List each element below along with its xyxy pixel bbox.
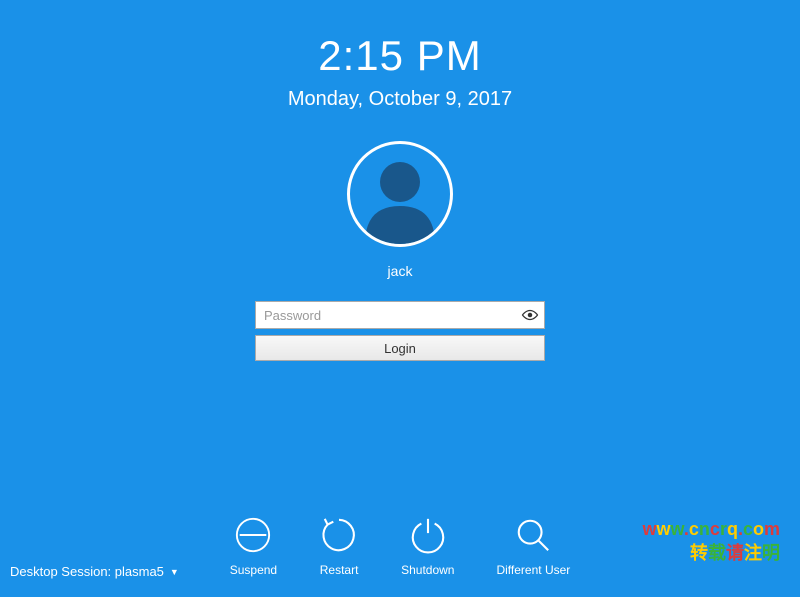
search-user-icon: [513, 515, 553, 555]
suspend-label: Suspend: [230, 563, 277, 577]
user-avatar[interactable]: [347, 141, 453, 247]
suspend-icon: [233, 515, 273, 555]
login-form: Login: [255, 301, 545, 361]
shutdown-label: Shutdown: [401, 563, 454, 577]
different-user-label: Different User: [496, 563, 570, 577]
clock-area: 2:15 PM Monday, October 9, 2017: [0, 0, 800, 111]
shutdown-icon: [408, 515, 448, 555]
login-button[interactable]: Login: [255, 335, 545, 361]
different-user-button[interactable]: Different User: [496, 515, 570, 577]
session-selector[interactable]: Desktop Session: plasma5 ▼: [10, 564, 179, 579]
password-input[interactable]: [255, 301, 545, 329]
suspend-button[interactable]: Suspend: [230, 515, 277, 577]
username-label: jack: [388, 263, 413, 279]
session-label: Desktop Session: plasma5: [10, 564, 164, 579]
chevron-down-icon: ▼: [170, 567, 179, 577]
restart-label: Restart: [320, 563, 359, 577]
clock-date: Monday, October 9, 2017: [0, 88, 800, 111]
restart-icon: [319, 515, 359, 555]
clock-time: 2:15 PM: [0, 32, 800, 80]
password-wrapper: [255, 301, 545, 329]
user-area: jack Login: [0, 141, 800, 361]
avatar-icon: [350, 144, 450, 244]
reveal-password-icon[interactable]: [521, 309, 539, 321]
restart-button[interactable]: Restart: [319, 515, 359, 577]
shutdown-button[interactable]: Shutdown: [401, 515, 454, 577]
